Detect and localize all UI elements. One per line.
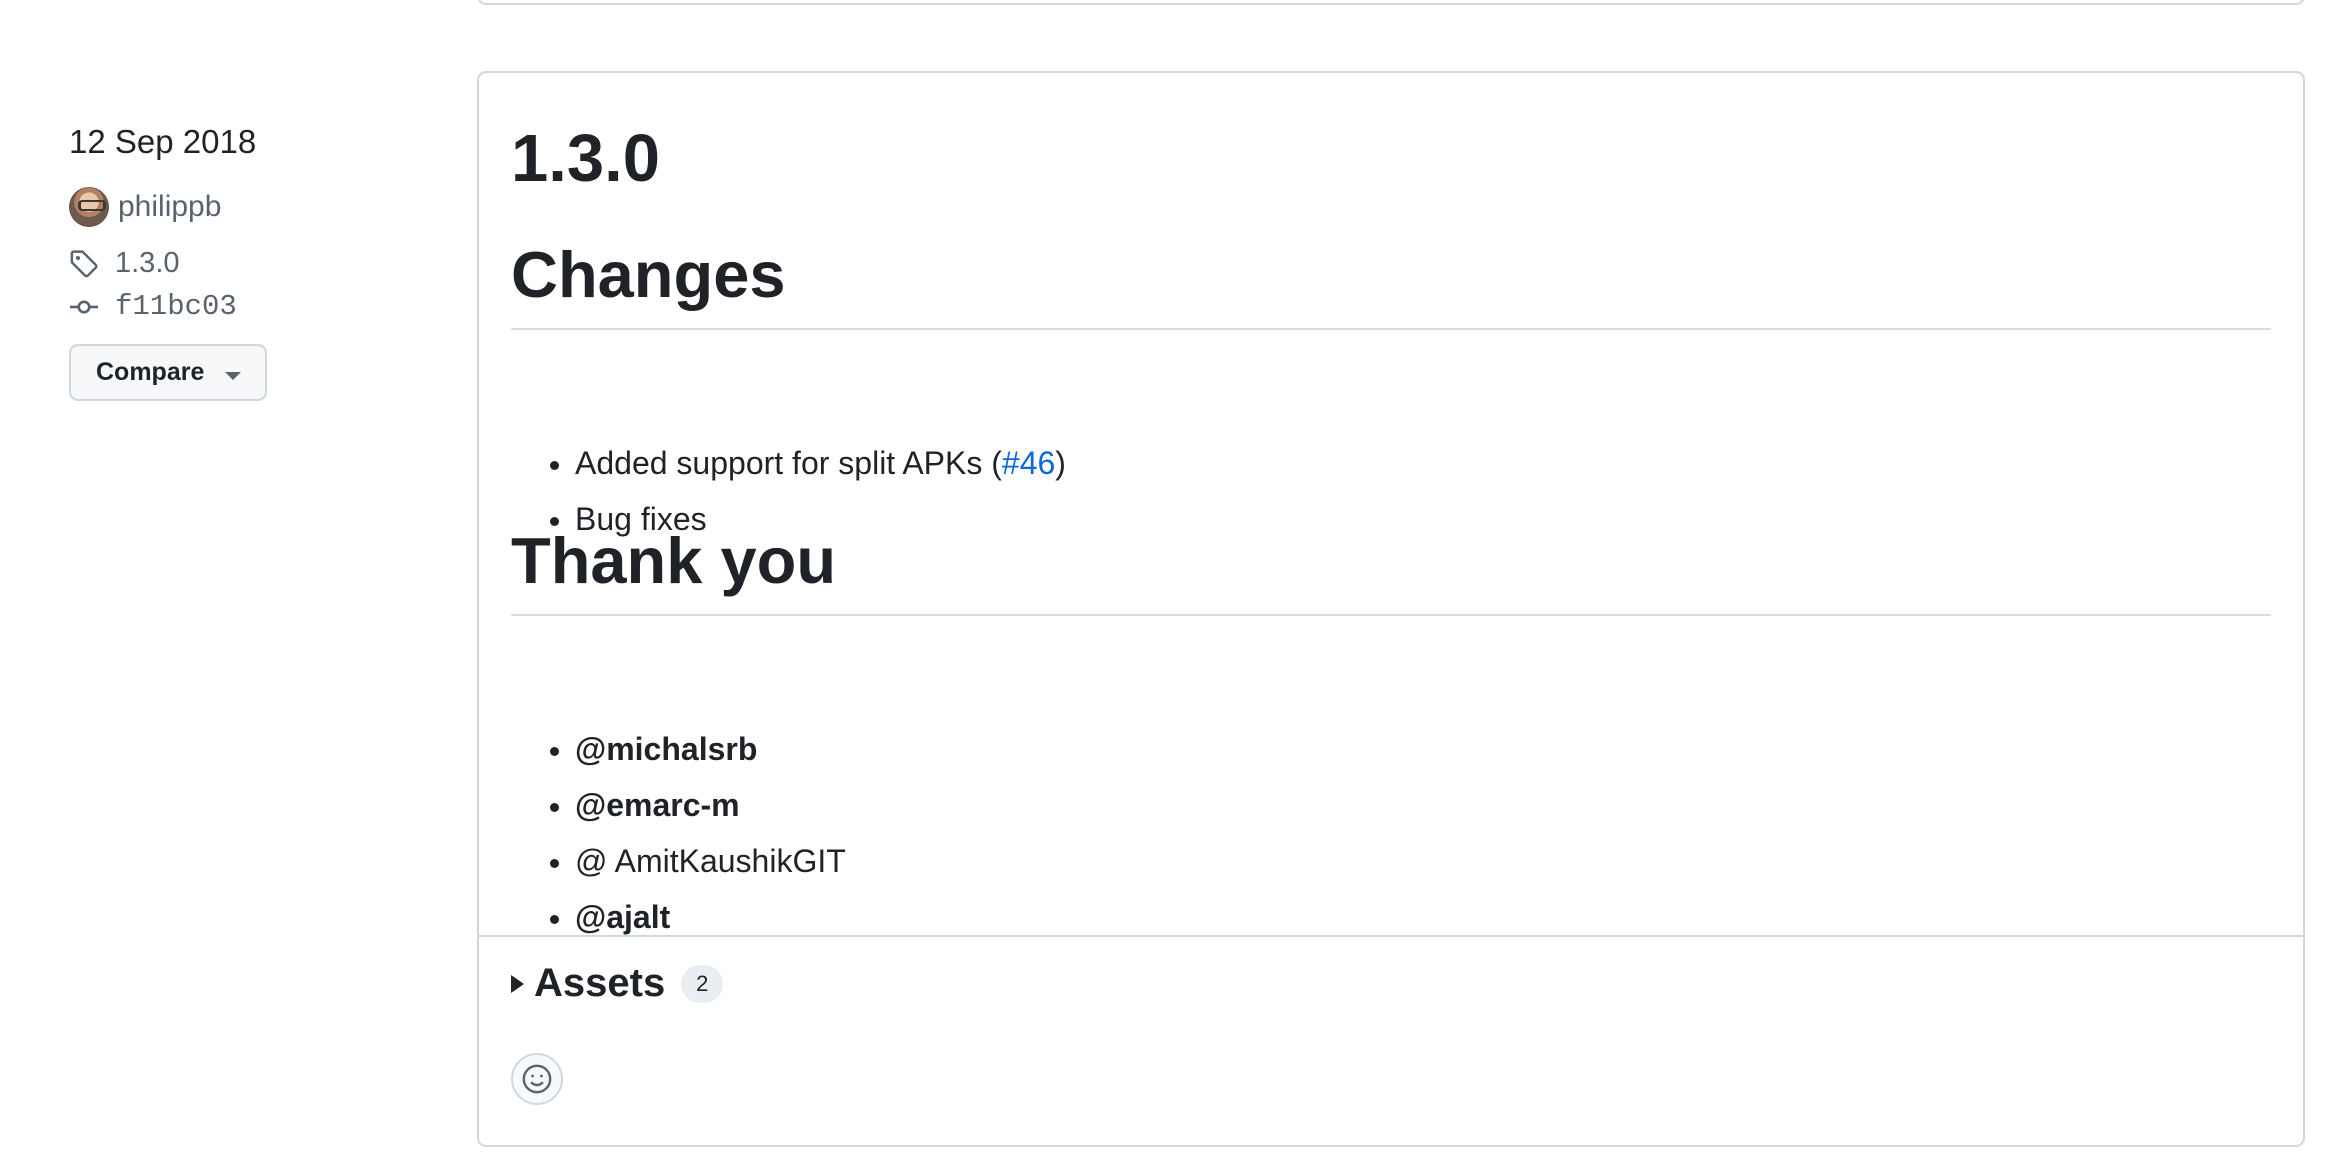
tag-icon [70,249,98,277]
git-commit-icon [69,299,99,314]
assets-label: Assets [534,961,666,1005]
triangle-down-icon [225,372,241,380]
tag-name[interactable]: 1.3.0 [115,247,180,280]
issue-link[interactable]: #46 [1002,445,1055,481]
smiley-icon [522,1064,552,1094]
change-text-suffix: ) [1055,445,1066,481]
compare-button[interactable]: Compare [69,344,267,401]
thanks-heading: Thank you [511,522,2271,616]
tag-link[interactable]: 1.3.0 [69,247,180,280]
changes-heading: Changes [511,236,2271,330]
list-item: Added support for split APKs (#46) [550,435,1066,491]
release-card: 1.3.0 Changes Added support for split AP… [477,71,2305,1147]
section-divider [479,935,2303,937]
avatar[interactable] [69,187,109,227]
commit-link[interactable]: f11bc03 [69,290,237,323]
change-text: Added support for split APKs ( [575,445,1002,481]
thanks-list: @michalsrb @emarc-m @ AmitKaushikGIT @aj… [550,721,846,945]
author-name[interactable]: philippb [118,190,221,224]
commit-sha[interactable]: f11bc03 [115,290,237,323]
author-link[interactable]: philippb [69,187,221,227]
assets-toggle[interactable]: Assets 2 [511,961,724,1006]
list-item: @ AmitKaushikGIT [550,833,846,889]
previous-release-card [477,0,2305,5]
user-mention[interactable]: @michalsrb [550,721,846,777]
release-title[interactable]: 1.3.0 [511,119,660,199]
triangle-right-icon [511,974,524,993]
compare-label: Compare [96,358,205,386]
release-date: 12 Sep 2018 [69,123,257,160]
user-mention[interactable]: @emarc-m [550,777,846,833]
assets-count-badge: 2 [681,964,724,1003]
add-reaction-button[interactable] [511,1053,563,1105]
